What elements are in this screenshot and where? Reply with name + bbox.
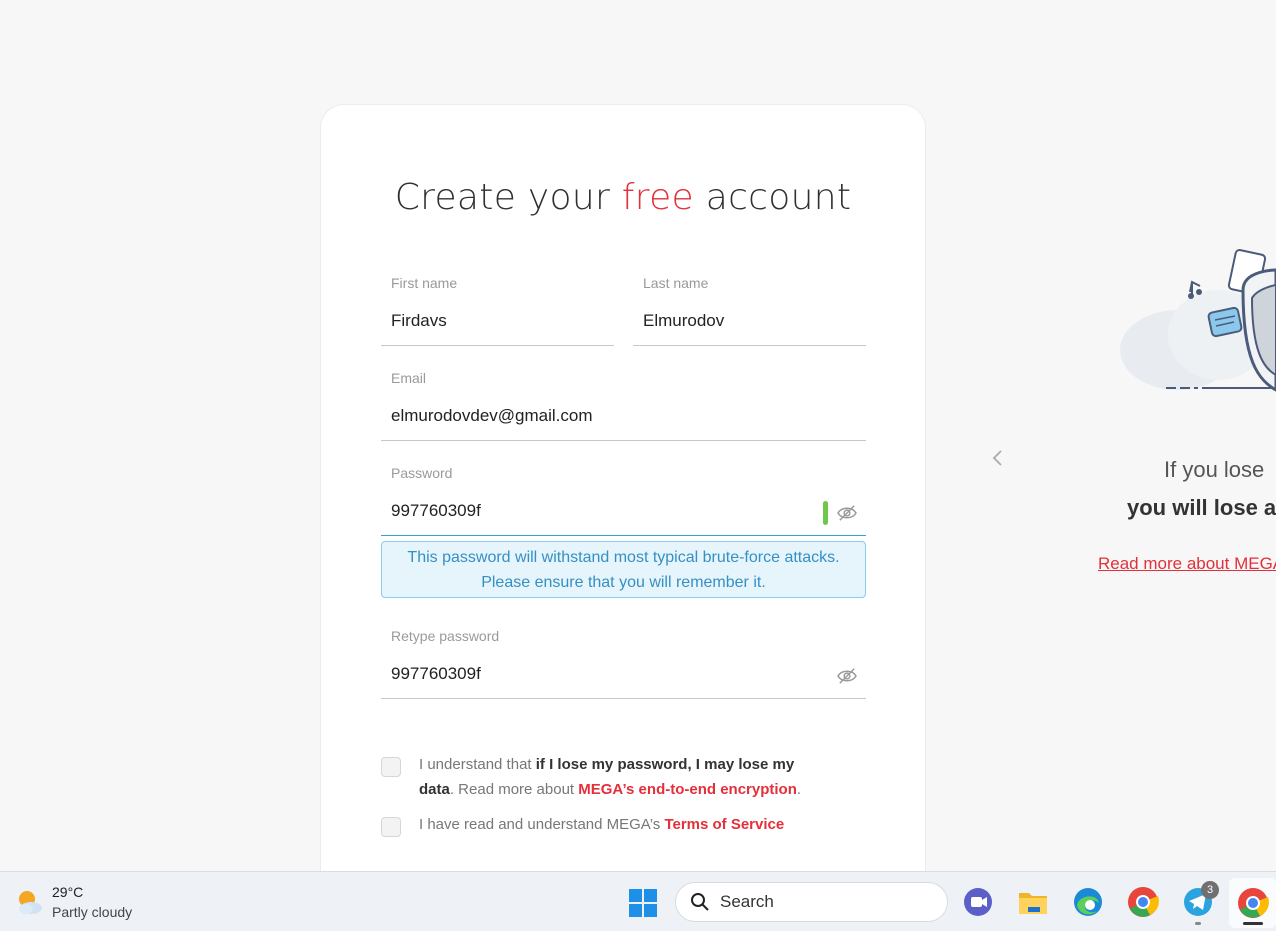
email-field[interactable]: Email elmurodovdev@gmail.com: [381, 370, 866, 441]
taskbar-search[interactable]: Search: [675, 882, 948, 922]
page-title: Create your free account: [394, 177, 852, 218]
first-name-field[interactable]: First name Firdavs: [381, 275, 614, 346]
chrome-icon[interactable]: [1126, 885, 1160, 919]
search-label: Search: [720, 892, 774, 911]
last-name-field[interactable]: Last name Elmurodov: [633, 275, 866, 346]
retype-password-field[interactable]: Retype password 997760309f: [381, 628, 866, 699]
password-field[interactable]: Password 997760309f: [381, 465, 866, 536]
chrome-active-indicator: [1243, 922, 1263, 925]
taskbar: 29°C Partly cloudy Search: [0, 871, 1276, 931]
password-input[interactable]: 997760309f: [391, 501, 481, 521]
terms-checkbox[interactable]: [381, 817, 401, 837]
chrome-active-icon: [1238, 888, 1269, 918]
password-label: Password: [391, 465, 453, 481]
search-icon: [691, 893, 709, 911]
telegram-running-indicator: [1195, 922, 1201, 925]
security-illustration: [1118, 240, 1276, 400]
signup-card: Create your free account First name Fird…: [320, 104, 926, 904]
carousel-prev-icon[interactable]: [990, 449, 1004, 467]
weather-temperature: 29°C: [52, 884, 84, 900]
first-name-input[interactable]: Firdavs: [391, 311, 447, 331]
active-chrome-tile[interactable]: [1229, 878, 1276, 928]
password-loss-checkbox[interactable]: [381, 757, 401, 777]
edge-browser-icon[interactable]: [1071, 885, 1105, 919]
side-panel-line-2: you will lose a: [1127, 495, 1276, 520]
email-input[interactable]: elmurodovdev@gmail.com: [391, 406, 593, 426]
last-name-label: Last name: [643, 275, 709, 291]
password-strength-hint: This password will withstand most typica…: [381, 541, 866, 598]
terms-consent-text: I have read and understand MEGA’s Terms …: [419, 816, 785, 833]
hint-line-1: This password will withstand most typica…: [407, 549, 840, 566]
hide-password-icon[interactable]: [836, 504, 858, 522]
file-explorer-icon[interactable]: [1016, 885, 1050, 919]
windows-start-icon[interactable]: [628, 888, 658, 918]
retype-password-input[interactable]: 997760309f: [391, 664, 481, 684]
password-loss-consent-text: I understand that if I lose my password,…: [419, 756, 802, 798]
first-name-label: First name: [391, 275, 458, 291]
retype-password-label: Retype password: [391, 628, 500, 644]
weather-condition: Partly cloudy: [52, 904, 133, 920]
encryption-link[interactable]: MEGA’s end-to-end encryption: [578, 781, 797, 798]
password-loss-consent-row: I understand that if I lose my password,…: [381, 756, 829, 802]
terms-of-service-link[interactable]: Terms of Service: [664, 816, 784, 833]
weather-widget[interactable]: 29°C Partly cloudy: [14, 882, 132, 922]
partly-cloudy-icon: [19, 891, 42, 914]
hint-line-2: Please ensure that you will remember it.: [481, 574, 766, 591]
hide-retype-password-icon[interactable]: [836, 667, 858, 685]
password-strength-bar: [823, 501, 828, 525]
teams-chat-icon[interactable]: [961, 885, 995, 919]
side-panel-line-1: If you lose: [1164, 457, 1265, 482]
email-label: Email: [391, 370, 427, 386]
terms-consent-row: I have read and understand MEGA’s Terms …: [381, 816, 829, 837]
last-name-input[interactable]: Elmurodov: [643, 311, 724, 331]
telegram-notification-badge: 3: [1201, 881, 1219, 899]
side-panel-read-more-link[interactable]: Read more about MEGA: [1098, 554, 1276, 574]
